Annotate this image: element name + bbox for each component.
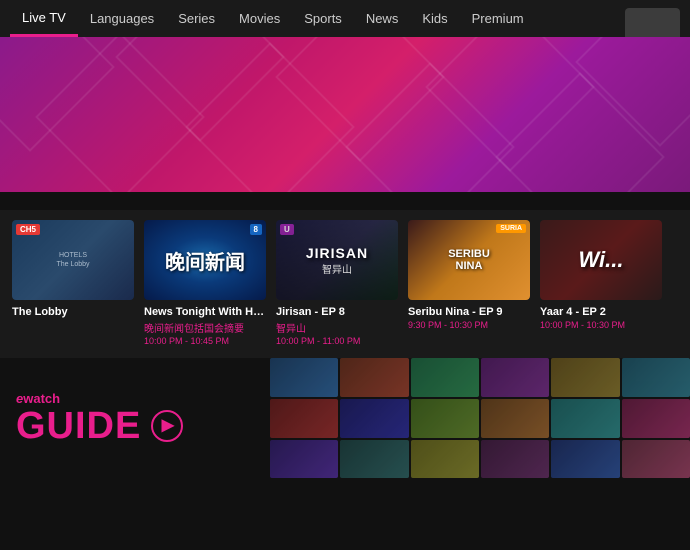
- card-title-news: News Tonight With Highlights From Pa...: [144, 305, 266, 319]
- nav-item-kids[interactable]: Kids: [410, 0, 459, 37]
- navbar: Live TV Languages Series Movies Sports N…: [0, 0, 690, 37]
- card-title-hotels: The Lobby: [12, 305, 134, 319]
- mosaic-cell-15: [411, 440, 479, 479]
- card-thumb-yaar: Wi...: [540, 220, 662, 300]
- nav-item-news[interactable]: News: [354, 0, 411, 37]
- guide-overlay: ewatch GUIDE ▶: [0, 358, 270, 478]
- mosaic-cell-17: [551, 440, 619, 479]
- guide-arrow-button[interactable]: ▶: [151, 410, 183, 442]
- nav-item-premium[interactable]: Premium: [460, 0, 536, 37]
- guide-title: GUIDE ▶: [16, 407, 270, 445]
- card-news[interactable]: 8 晚间新闻 News Tonight With Highlights From…: [144, 220, 266, 346]
- thumb-text-jirisan: JIRISAN: [306, 245, 368, 261]
- card-time-jirisan: 10:00 PM - 11:00 PM: [276, 336, 398, 346]
- card-hotels[interactable]: CH5 HOTELSThe Lobby The Lobby: [12, 220, 134, 346]
- thumb-text-yaar: Wi...: [578, 247, 623, 273]
- thumb-inner-news: 8 晚间新闻: [144, 220, 266, 300]
- channel-badge-nina: SURIA: [496, 224, 526, 233]
- card-thumb-news: 8 晚间新闻: [144, 220, 266, 300]
- card-title-yaar: Yaar 4 - EP 2: [540, 305, 662, 319]
- separator: [0, 192, 690, 210]
- mosaic-cell-12: [622, 399, 690, 438]
- channel-badge-news: 8: [250, 224, 262, 235]
- card-nina[interactable]: SURIA SERIBUNINA Seribu Nina - EP 9 9:30…: [408, 220, 530, 346]
- card-thumb-jirisan: U JIRISAN 智异山: [276, 220, 398, 300]
- tv-guide-section: ewatch GUIDE ▶: [0, 358, 690, 478]
- guide-brand: ewatch: [16, 392, 270, 405]
- nav-item-languages[interactable]: Languages: [78, 0, 166, 37]
- content-section: CH5 HOTELSThe Lobby The Lobby 8 晚间新闻 New…: [0, 210, 690, 358]
- thumb-inner-jirisan: U JIRISAN 智异山: [276, 220, 398, 300]
- card-title-jirisan: Jirisan - EP 8: [276, 305, 398, 319]
- mosaic-grid: [270, 358, 690, 478]
- mosaic-cell-6: [622, 358, 690, 397]
- thumb-inner-nina: SURIA SERIBUNINA: [408, 220, 530, 300]
- card-time-news: 10:00 PM - 10:45 PM: [144, 336, 266, 346]
- nav-item-movies[interactable]: Movies: [227, 0, 292, 37]
- nav-item-series[interactable]: Series: [166, 0, 227, 37]
- card-yaar[interactable]: Wi... Yaar 4 - EP 2 10:00 PM - 10:30 PM: [540, 220, 662, 346]
- nav-item-livetv[interactable]: Live TV: [10, 0, 78, 37]
- mosaic-cell-10: [481, 399, 549, 438]
- nav-item-sports[interactable]: Sports: [292, 0, 354, 37]
- mosaic-cell-11: [551, 399, 619, 438]
- mosaic-cell-3: [411, 358, 479, 397]
- card-subtitle-news: 晚间新闻包括国会摘要: [144, 320, 266, 335]
- mosaic-cell-8: [340, 399, 408, 438]
- card-time-nina: 9:30 PM - 10:30 PM: [408, 320, 530, 330]
- thumb-inner-yaar: Wi...: [540, 220, 662, 300]
- mosaic-cell-16: [481, 440, 549, 479]
- hero-pattern: [0, 37, 690, 192]
- mosaic-cell-4: [481, 358, 549, 397]
- mosaic-cell-18: [622, 440, 690, 479]
- thumb-text-nina: SERIBUNINA: [444, 248, 494, 272]
- mosaic-cell-14: [340, 440, 408, 479]
- cards-row: CH5 HOTELSThe Lobby The Lobby 8 晚间新闻 New…: [12, 220, 690, 346]
- card-thumb-hotels: CH5 HOTELSThe Lobby: [12, 220, 134, 300]
- mosaic-cell-9: [411, 399, 479, 438]
- card-jirisan[interactable]: U JIRISAN 智异山 Jirisan - EP 8 智异山 10:00 P…: [276, 220, 398, 346]
- card-time-yaar: 10:00 PM - 10:30 PM: [540, 320, 662, 330]
- thumb-inner-hotels: CH5 HOTELSThe Lobby: [12, 220, 134, 300]
- card-thumb-nina: SURIA SERIBUNINA: [408, 220, 530, 300]
- card-title-nina: Seribu Nina - EP 9: [408, 305, 530, 319]
- thumb-cjk-news: 晚间新闻: [165, 246, 245, 275]
- card-subtitle-jirisan: 智异山: [276, 320, 398, 335]
- thumb-cjk-jirisan: 智异山: [322, 261, 352, 276]
- thumb-hotel-label: HOTELSThe Lobby: [56, 251, 89, 269]
- channel-badge-hotels: CH5: [16, 224, 40, 235]
- mosaic-cell-5: [551, 358, 619, 397]
- hero-banner: [0, 37, 690, 192]
- mosaic-cell-2: [340, 358, 408, 397]
